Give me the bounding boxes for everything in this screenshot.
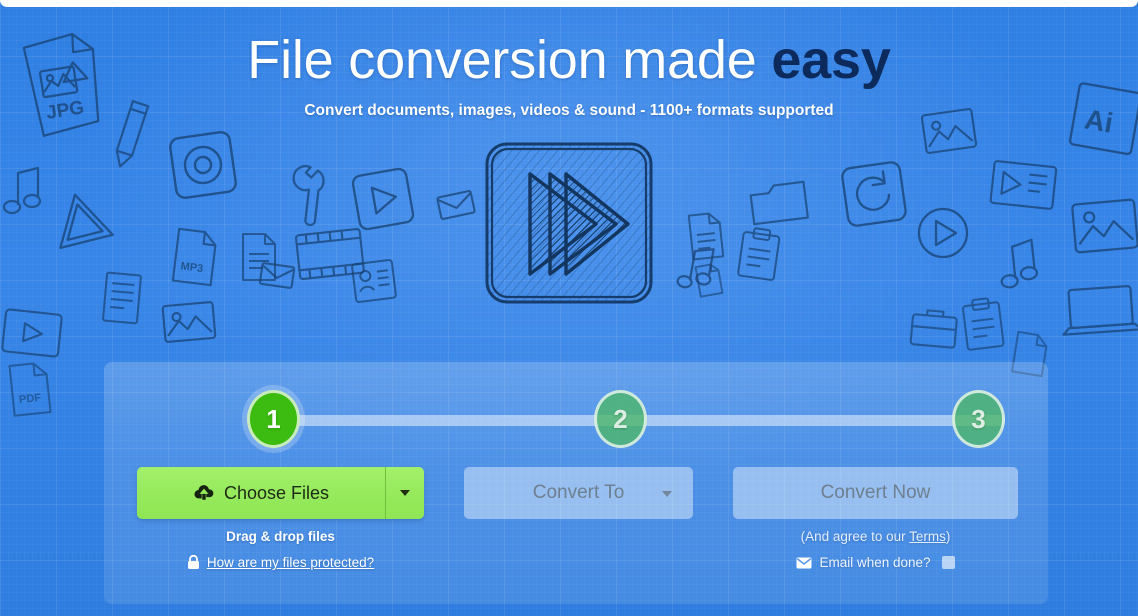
cloud-upload-icon	[194, 485, 214, 500]
terms-prefix: (And agree to our	[800, 529, 910, 544]
svg-text:JPG: JPG	[45, 97, 86, 124]
contact-card-doodle	[351, 259, 397, 303]
svg-text:Ai: Ai	[1082, 103, 1115, 138]
browser-top-strip	[0, 0, 1138, 7]
tiny-doc-doodle	[694, 263, 724, 298]
svg-text:MP3: MP3	[180, 260, 204, 275]
email-when-done-label: Email when done?	[819, 555, 931, 570]
drag-drop-hint: Drag & drop files	[226, 529, 335, 544]
terms-agreement-line: (And agree to our Terms)	[733, 529, 1018, 544]
step-2-node[interactable]: 2	[594, 390, 647, 448]
hero-section: File conversion made easy Convert docume…	[0, 0, 1138, 120]
text-doc-doodle	[102, 271, 142, 325]
mp3-file-doodle: MP3	[171, 227, 217, 287]
files-protected-row: How are my files protected?	[137, 555, 424, 570]
zamzar-play-logo	[485, 142, 653, 304]
choose-files-label: Choose Files	[223, 482, 330, 503]
monitor-doodle	[989, 160, 1058, 210]
converter-controls: Choose Files Drag & drop files How are m…	[137, 467, 1018, 587]
step-1-node[interactable]: 1	[247, 390, 300, 448]
step-3-label: 3	[971, 403, 986, 434]
convert-to-label: Convert To	[532, 482, 625, 503]
choose-files-dropdown-button[interactable]	[386, 467, 424, 519]
step-3-node[interactable]: 3	[952, 390, 1005, 448]
step-1-label: 1	[266, 403, 281, 434]
music-note-right-doodle	[676, 248, 715, 289]
briefcase-doodle	[909, 309, 958, 349]
svg-text:PDF: PDF	[18, 392, 41, 406]
pencil-doodle	[115, 100, 150, 168]
page-root: JPG MP3 PDF Ai File conversion made easy…	[0, 0, 1138, 616]
step-indicator: 1 2 3	[247, 390, 1017, 452]
refresh-square-doodle	[841, 161, 907, 227]
lock-icon	[187, 555, 199, 569]
envelope-icon	[796, 557, 812, 568]
video-player-doodle	[1, 308, 63, 358]
email-when-done-row: Email when done?	[733, 555, 1018, 570]
loop-square-doodle	[169, 131, 237, 199]
doc-file-doodle	[242, 233, 276, 281]
choose-files-button[interactable]: Choose Files	[137, 467, 386, 519]
terms-link[interactable]: Terms	[909, 529, 946, 544]
choose-files-group: Choose Files	[137, 467, 424, 519]
email-when-done-checkbox[interactable]	[941, 556, 955, 569]
pdf-file-doodle: PDF	[8, 362, 52, 417]
music-note-doodle	[2, 166, 42, 215]
page-title: File conversion made easy	[0, 30, 1138, 90]
convert-now-button[interactable]: Convert Now	[733, 467, 1018, 519]
converter-panel: 1 2 3 Choose Files Drag & drop files How…	[104, 362, 1048, 604]
step-2-label: 2	[613, 403, 628, 434]
play-circle-doodle	[917, 207, 969, 259]
image-file-doodle	[161, 301, 217, 343]
convert-to-dropdown[interactable]: Convert To	[464, 467, 693, 519]
files-protected-link[interactable]: How are my files protected?	[207, 555, 374, 570]
clipboard-bottom-doodle	[962, 297, 1005, 351]
headline-accent: easy	[771, 30, 891, 90]
filmstrip-doodle	[295, 228, 365, 280]
envelope-doodle-left-2	[258, 262, 296, 289]
envelope-doodle-left	[436, 190, 476, 220]
photo-frame-doodle	[920, 108, 978, 154]
chevron-down-icon	[662, 491, 672, 497]
headline-main: File conversion made	[247, 30, 772, 90]
terms-suffix: )	[945, 529, 951, 544]
page-subtitle: Convert documents, images, videos & soun…	[304, 102, 834, 120]
triangle-doodle	[59, 193, 114, 249]
jpg-file-doodle: JPG	[22, 32, 100, 137]
laptop-doodle	[1062, 284, 1138, 336]
clipboard-doodle	[737, 227, 781, 281]
convert-now-label: Convert Now	[820, 482, 931, 503]
chevron-down-icon	[400, 490, 410, 496]
play-square-doodle	[352, 168, 414, 230]
picture-frame-far-right-doodle	[1071, 198, 1138, 254]
ai-file-doodle: Ai	[1068, 82, 1138, 156]
wrench-doodle	[292, 164, 325, 227]
music-note-far-right-doodle	[1000, 238, 1038, 289]
folder-doodle	[749, 180, 809, 226]
doc-right-doodle	[687, 212, 725, 261]
